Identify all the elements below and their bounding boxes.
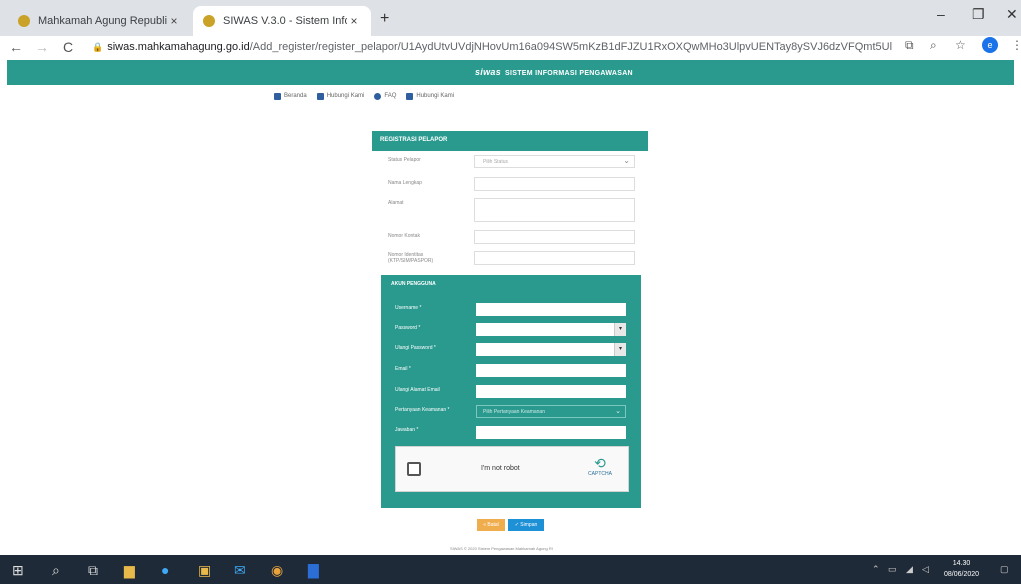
taskbar-clock[interactable]: 14.30 08/06/2020	[944, 558, 979, 580]
label-pertanyaan-keamanan: Pertanyaan Keamanan *	[395, 407, 450, 413]
url-domain: siwas.mahkamahagung.go.id	[107, 41, 250, 53]
brand-text: SISTEM INFORMASI PENGAWASAN	[505, 70, 633, 77]
minimize-button[interactable]: –	[937, 6, 945, 22]
select-placeholder: Pilih Pertanyaan Keamanan	[483, 409, 545, 415]
windows-start-icon[interactable]: ⊞	[12, 562, 24, 578]
clock-time: 14.30	[952, 560, 971, 567]
label-username: Username *	[395, 305, 422, 311]
menu-icon[interactable]: ⋮	[1011, 38, 1021, 52]
show-password-button[interactable]: ▾	[614, 343, 626, 356]
label-email: Email *	[395, 366, 411, 372]
email-input[interactable]	[476, 364, 626, 377]
captcha-logo: ⟲ CAPTCHA	[580, 455, 620, 485]
new-tab-button[interactable]: +	[380, 10, 389, 28]
site-brand[interactable]: siwas SISTEM INFORMASI PENGAWASAN	[475, 67, 633, 77]
battery-icon[interactable]: ▭	[888, 564, 897, 575]
forward-button[interactable]: →	[32, 39, 52, 55]
nav-faq[interactable]: FAQ	[374, 92, 396, 100]
password-input[interactable]: ▾	[476, 323, 626, 336]
network-icon[interactable]: ◢	[906, 564, 913, 575]
word-icon[interactable]: ▇	[308, 562, 319, 578]
address-bar[interactable]: 🔒 siwas.mahkamahagung.go.id/Add_register/…	[92, 37, 892, 57]
volume-icon[interactable]: ◁	[922, 564, 929, 575]
nav-beranda[interactable]: Beranda	[274, 92, 307, 100]
label-nomor-kontak: Nomor Kontak	[388, 233, 420, 239]
ulangi-password-input[interactable]: ▾	[476, 343, 626, 356]
ulangi-email-input[interactable]	[476, 385, 626, 398]
label-jawaban: Jawaban *	[395, 427, 419, 433]
pertanyaan-keamanan-select[interactable]: Pilih Pertanyaan Keamanan ⌄	[476, 405, 626, 418]
browser-tab-mahkamah[interactable]: Mahkamah Agung Republik Indo ×	[8, 6, 191, 36]
clock-date: 08/06/2020	[944, 571, 980, 578]
store-icon[interactable]: ▣	[198, 562, 211, 578]
nomor-kontak-input[interactable]	[474, 230, 635, 244]
nav-kontak[interactable]: Hubungi Kami	[406, 92, 454, 100]
back-button[interactable]: ←	[6, 39, 26, 55]
label-nama-lengkap: Nama Lengkap	[388, 180, 422, 186]
status-pelapor-select[interactable]: Pilih Status ⌄	[474, 155, 635, 168]
captcha-logo-text: CAPTCHA	[588, 471, 612, 477]
lock-icon: 🔒	[92, 42, 104, 52]
label-ulangi-password: Ulangi Password *	[395, 345, 436, 351]
profile-avatar[interactable]: e	[982, 37, 998, 53]
label-ulangi-email: Ulangi Alamat Email	[395, 387, 440, 393]
akun-title: AKUN PENGGUNA	[391, 281, 436, 287]
captcha-checkbox[interactable]	[407, 462, 421, 476]
favicon-icon	[18, 15, 30, 27]
address-row: ← → C 🔒 siwas.mahkamahagung.go.id/Add_reg…	[0, 36, 1021, 58]
captcha-emblem-icon: ⟲	[594, 455, 606, 471]
captcha-widget: I'm not robot ⟲ CAPTCHA	[395, 446, 629, 492]
chevron-down-icon: ⌄	[615, 408, 621, 415]
browser-tab-bar: Mahkamah Agung Republik Indo × SIWAS V.3…	[0, 0, 1021, 36]
alamat-textarea[interactable]	[474, 198, 635, 222]
tab-title: Mahkamah Agung Republik Indo	[38, 15, 167, 27]
mail-icon[interactable]: ✉	[234, 562, 246, 578]
translate-icon[interactable]: ⧉	[905, 38, 914, 53]
task-view-icon[interactable]: ⧉	[88, 562, 98, 578]
close-tab-icon[interactable]: ×	[167, 14, 181, 28]
file-explorer-icon[interactable]: ▆	[124, 562, 135, 578]
brand-logo: siwas	[475, 67, 502, 77]
site-nav: Beranda Hubungi Kami FAQ Hubungi Kami	[274, 91, 454, 101]
edge-icon[interactable]: ●	[161, 562, 169, 578]
site-footer: SIWAS © 2020 Sistem Pengawasan Mahkamah …	[450, 546, 553, 551]
notification-icon[interactable]: ▢	[1000, 564, 1009, 575]
tab-title: SIWAS V.3.0 - Sistem Informasi P	[223, 15, 347, 27]
label-nomor-identitas: Nomor Identitas (KTP/SIM/PASPOR)	[388, 252, 434, 264]
akun-pengguna-panel: AKUN PENGGUNA Username * Password * ▾ Ul…	[381, 275, 641, 508]
windows-taskbar: ⊞ ⌕ ⧉ ▆ ● ▣ ✉ ◉ ▇ ⌃ ▭ ◢ ◁ 14.30 08/06/20…	[0, 555, 1021, 584]
nama-lengkap-input[interactable]	[474, 177, 635, 191]
search-icon[interactable]: ⌕	[52, 562, 60, 578]
restore-button[interactable]: ❐	[972, 6, 985, 23]
site-header: siwas SISTEM INFORMASI PENGAWASAN	[7, 60, 1014, 85]
cancel-button[interactable]: « Batal	[477, 519, 505, 531]
bookmark-star-icon[interactable]: ☆	[955, 38, 966, 52]
close-tab-icon[interactable]: ×	[347, 14, 361, 28]
home-icon	[274, 92, 281, 100]
mail-icon	[406, 92, 414, 100]
url-path: /Add_register/register_pelapor/U1AydUtvU…	[249, 41, 892, 53]
label-password: Password *	[395, 325, 421, 331]
chrome-icon[interactable]: ◉	[271, 562, 283, 578]
close-window-button[interactable]: ✕	[1006, 6, 1018, 23]
save-button[interactable]: ✓ Simpan	[508, 519, 544, 531]
favicon-icon	[203, 15, 215, 27]
jawaban-input[interactable]	[476, 426, 626, 439]
book-icon	[316, 92, 324, 100]
chevron-down-icon: ⌄	[623, 156, 630, 165]
browser-tab-siwas[interactable]: SIWAS V.3.0 - Sistem Informasi P ×	[193, 6, 371, 36]
label-status-pelapor: Status Pelapor	[388, 157, 421, 163]
zoom-icon[interactable]: ⌕	[930, 38, 937, 53]
reload-button[interactable]: C	[58, 39, 78, 55]
tray-chevron-up-icon[interactable]: ⌃	[872, 564, 880, 575]
captcha-text: I'm not robot	[481, 465, 520, 472]
form-section-title: REGISTRASI PELAPOR	[372, 131, 648, 151]
nav-hubungi[interactable]: Hubungi Kami	[316, 92, 364, 100]
select-placeholder: Pilih Status	[483, 159, 509, 165]
label-alamat: Alamat	[388, 200, 404, 206]
username-input[interactable]	[476, 303, 626, 316]
help-icon	[374, 92, 382, 100]
nomor-identitas-input[interactable]	[474, 251, 635, 265]
show-password-button[interactable]: ▾	[614, 323, 626, 336]
